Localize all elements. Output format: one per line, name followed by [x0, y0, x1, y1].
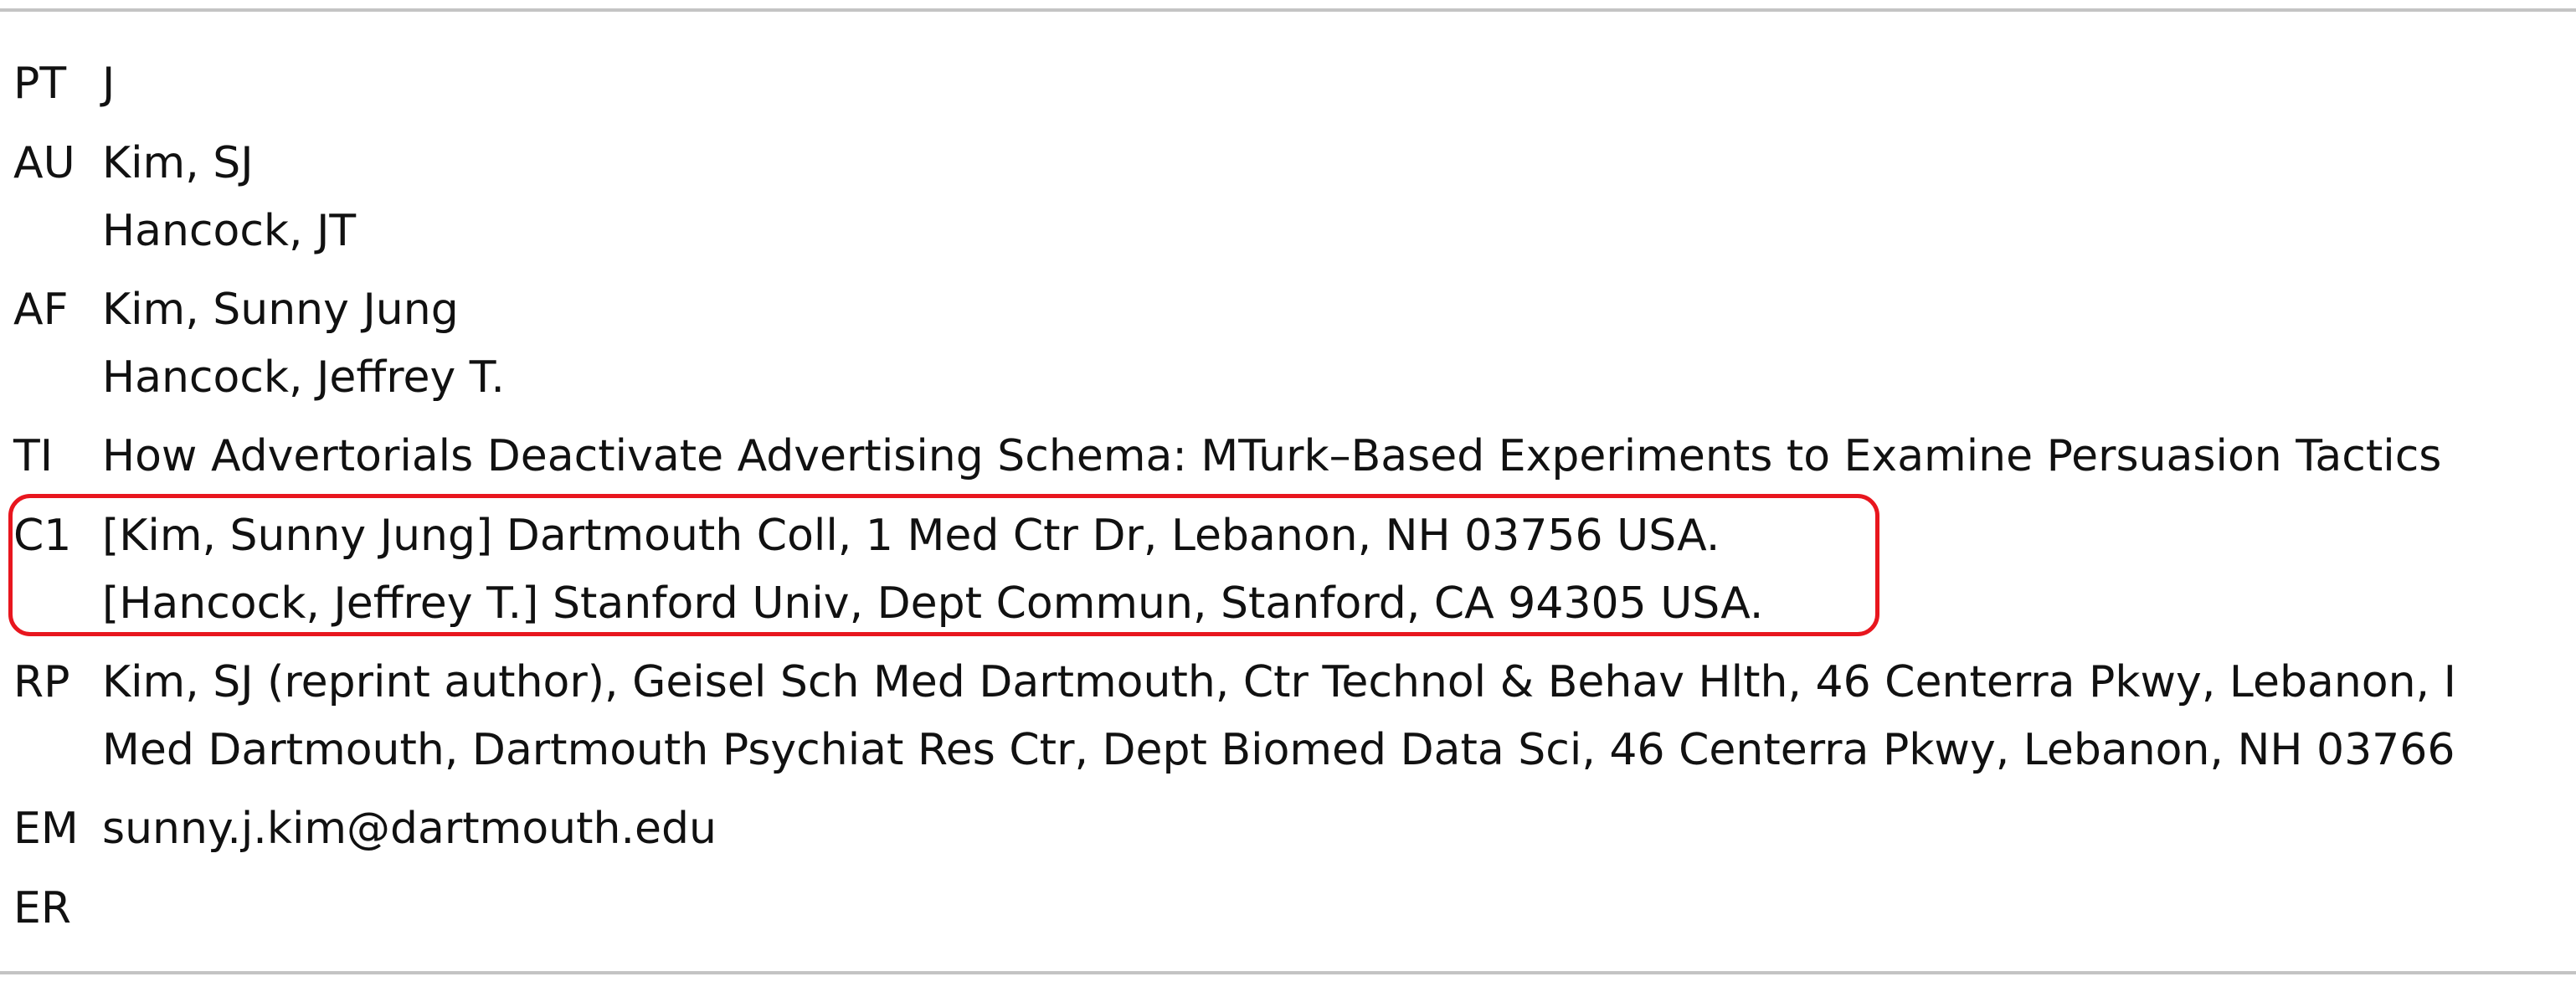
field-tag: AU: [13, 138, 75, 188]
field-value: J: [102, 59, 116, 109]
bibliographic-record: PT J AU Kim, SJ Hancock, JT AF Kim, Sunn…: [0, 0, 2576, 987]
field-tag: RP: [13, 657, 70, 707]
c1-highlight-box: [8, 494, 1879, 636]
field-af-continuation: Hancock, Jeffrey T.: [0, 344, 2576, 411]
field-value: Kim, Sunny Jung: [102, 285, 459, 335]
field-value: How Advertorials Deactivate Advertising …: [102, 431, 2442, 481]
field-af: AF Kim, Sunny Jung: [0, 276, 2576, 343]
field-value: Med Dartmouth, Dartmouth Psychiat Res Ct…: [102, 725, 2455, 775]
field-rp: RP Kim, SJ (reprint author), Geisel Sch …: [0, 649, 2576, 716]
field-tag: TI: [13, 431, 54, 481]
field-ti: TI How Advertorials Deactivate Advertisi…: [0, 423, 2576, 490]
field-value: Kim, SJ (reprint author), Geisel Sch Med…: [102, 657, 2456, 707]
field-au: AU Kim, SJ: [0, 130, 2576, 197]
field-rp-continuation: Med Dartmouth, Dartmouth Psychiat Res Ct…: [0, 717, 2576, 784]
field-value: Hancock, Jeffrey T.: [102, 352, 505, 403]
field-value: Kim, SJ: [102, 138, 254, 188]
field-em: EM sunny.j.kim@dartmouth.edu: [0, 795, 2576, 862]
field-au-continuation: Hancock, JT: [0, 198, 2576, 265]
field-er: ER: [0, 875, 2576, 942]
field-tag: ER: [13, 883, 71, 933]
field-tag: AF: [13, 285, 69, 335]
field-value: sunny.j.kim@dartmouth.edu: [102, 804, 717, 854]
field-tag: PT: [13, 59, 67, 109]
field-value: Hancock, JT: [102, 206, 357, 256]
field-tag: EM: [13, 804, 79, 854]
field-pt: PT J: [0, 50, 2576, 117]
bottom-divider: [0, 971, 2576, 974]
